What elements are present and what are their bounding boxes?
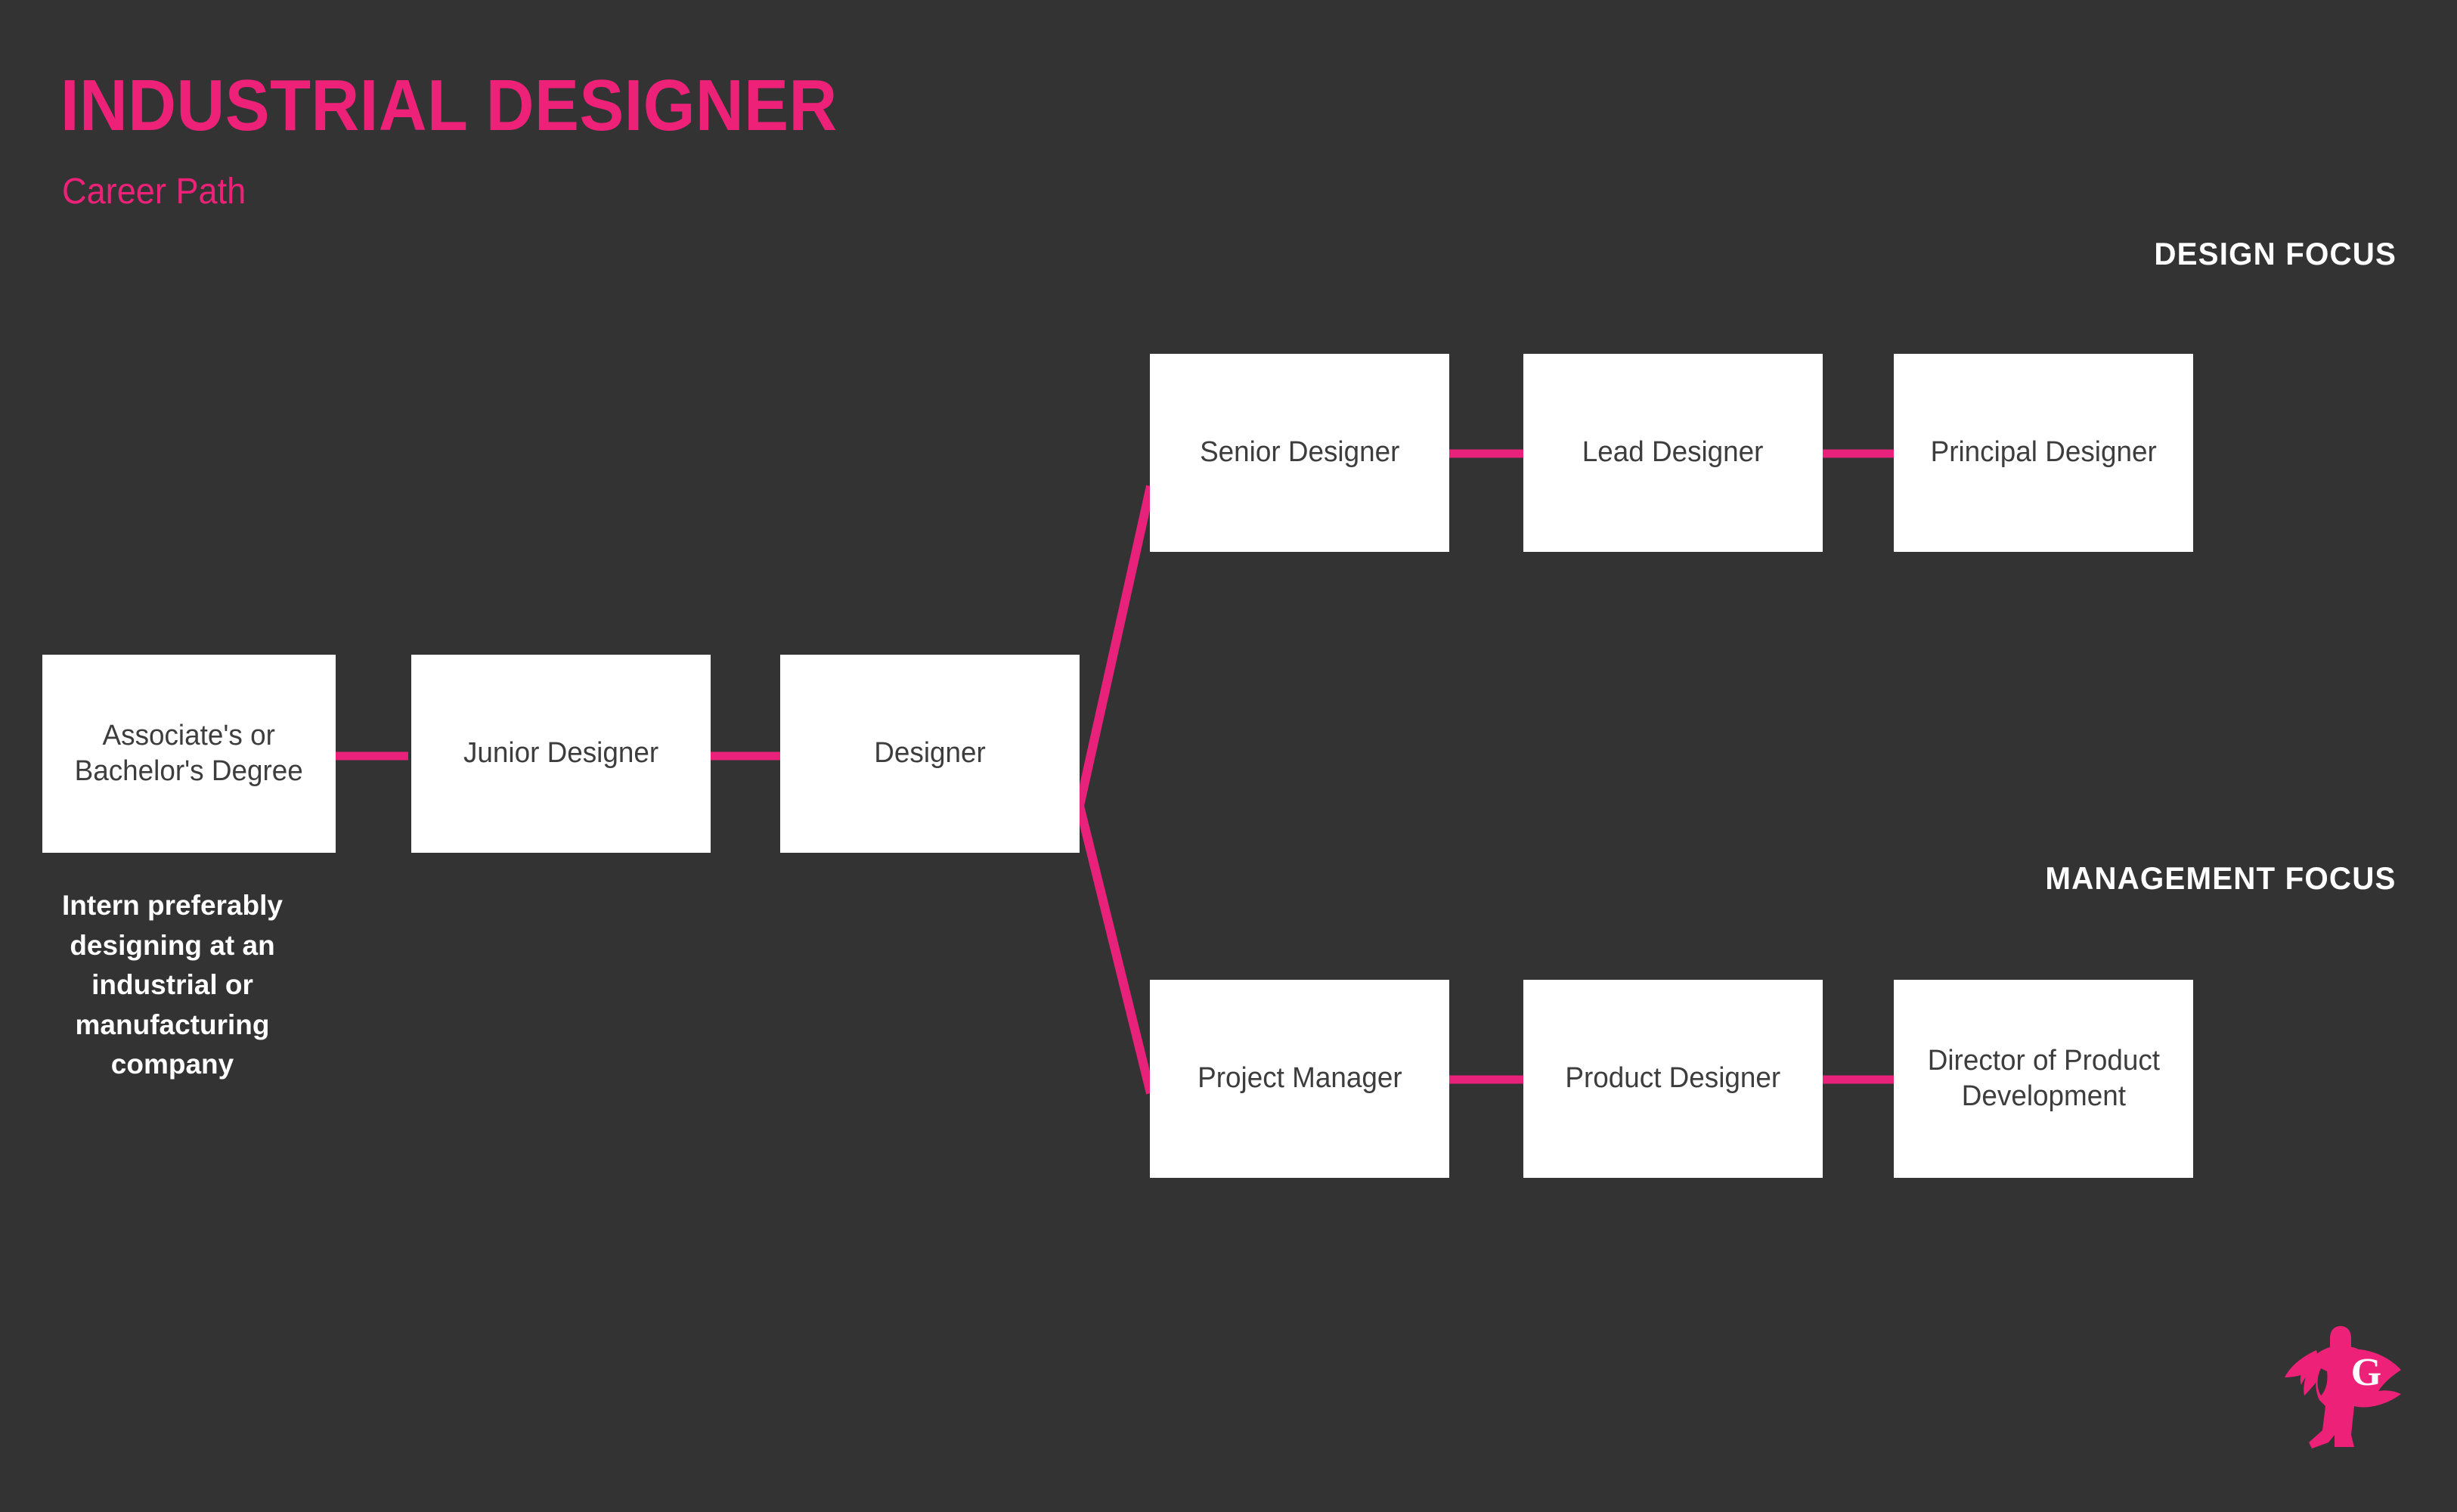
node-degree-label: Associate's or Bachelor's Degree [74,719,304,788]
node-designer[interactable]: Designer [780,655,1080,853]
node-senior-designer-label: Senior Designer [1199,436,1400,469]
node-project-manager-label: Project Manager [1197,1062,1402,1095]
node-lead-designer-label: Lead Designer [1582,436,1764,469]
node-director-product-development-label: Director of Product Development [1927,1044,2160,1113]
node-designer-label: Designer [874,737,986,770]
node-product-designer[interactable]: Product Designer [1523,980,1823,1178]
node-senior-designer[interactable]: Senior Designer [1150,354,1449,552]
edge-designer-to-senior [1075,485,1155,807]
edge-designer-to-project-manager [1075,804,1155,1095]
intern-note: Intern preferably designing at an indust… [62,890,283,1080]
connector-lines [333,449,1896,1095]
head-shape [2330,1326,2351,1349]
logo-letter: G [2351,1351,2381,1394]
node-lead-designer[interactable]: Lead Designer [1523,354,1823,552]
node-principal-designer-label: Principal Designer [1930,436,2157,469]
node-director-product-development[interactable]: Director of Product Development [1894,980,2193,1178]
career-path-slide: INDUSTRIAL DESIGNER Career Path DESIGN F… [0,0,2457,1512]
node-product-designer-label: Product Designer [1565,1062,1781,1095]
node-project-manager[interactable]: Project Manager [1150,980,1449,1178]
node-degree[interactable]: Associate's or Bachelor's Degree [42,655,336,853]
node-junior-designer-label: Junior Designer [463,737,659,770]
node-junior-designer[interactable]: Junior Designer [411,655,711,853]
superhero-g-logo: G [2285,1326,2401,1448]
node-principal-designer[interactable]: Principal Designer [1894,354,2193,552]
